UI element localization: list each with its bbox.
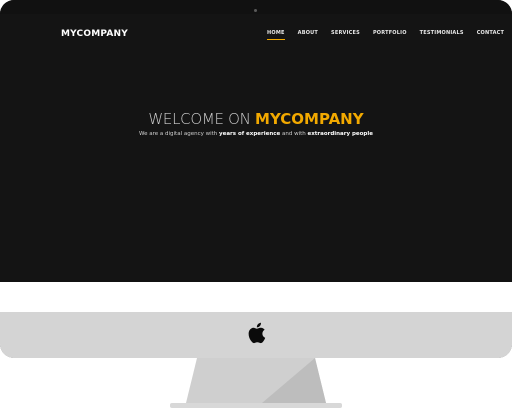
site-logo[interactable]: MYCOMPANY	[61, 29, 128, 39]
hero-title-brand: MYCOMPANY	[255, 110, 364, 128]
monitor-mockup: MYCOMPANY HOME ABOUT SERVICES PORTFOLIO …	[0, 0, 512, 413]
camera-icon	[254, 9, 257, 12]
hero-sub-part2: and with	[280, 131, 308, 137]
nav-item-about[interactable]: ABOUT	[298, 30, 318, 36]
hero-title-prefix: WELCOME ON	[148, 110, 256, 128]
hero-sub-part1: We are a digital agency with	[139, 131, 220, 137]
hero-sub-bold1: years of experience	[219, 131, 281, 137]
website-screen: MYCOMPANY HOME ABOUT SERVICES PORTFOLIO …	[0, 14, 512, 280]
hero-title: WELCOME ON MYCOMPANY	[0, 110, 512, 128]
nav-item-home[interactable]: HOME	[267, 30, 285, 40]
nav-item-contact[interactable]: CONTACT	[477, 30, 504, 36]
screen-bezel: MYCOMPANY HOME ABOUT SERVICES PORTFOLIO …	[0, 0, 512, 282]
monitor-stand	[170, 358, 342, 408]
hero-subtitle: We are a digital agency with years of ex…	[0, 131, 512, 137]
main-nav: HOME ABOUT SERVICES PORTFOLIO TESTIMONIA…	[267, 30, 512, 40]
hero-sub-bold2: extraordinary people	[307, 131, 373, 137]
nav-item-portfolio[interactable]: PORTFOLIO	[373, 30, 407, 36]
apple-logo-icon	[248, 322, 266, 344]
nav-item-testimonials[interactable]: TESTIMONIALS	[420, 30, 464, 36]
monitor-body: MYCOMPANY HOME ABOUT SERVICES PORTFOLIO …	[0, 0, 512, 358]
nav-item-services[interactable]: SERVICES	[331, 30, 360, 36]
